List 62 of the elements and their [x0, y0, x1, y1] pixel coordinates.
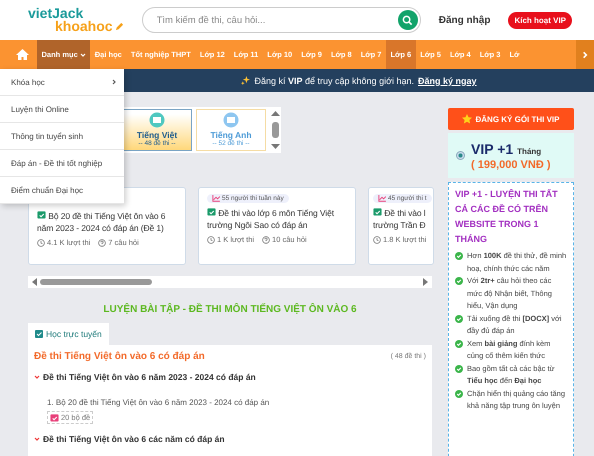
- radio-button[interactable]: [456, 151, 465, 160]
- clock-icon: [207, 236, 215, 244]
- plan-option[interactable]: VIP +1 Tháng ( 199,000 VNĐ ): [448, 133, 574, 178]
- clock-icon: [37, 238, 45, 246]
- plan-unit: Tháng: [517, 146, 542, 156]
- book-icon: [149, 112, 165, 128]
- exam-title[interactable]: Đề thi vào lớp 6 môn Tiếng Việt trường Ngôi Sao có đáp án: [207, 207, 347, 231]
- chevron-down-icon: [80, 52, 86, 58]
- calendar-icon: [207, 207, 216, 216]
- menu-item[interactable]: Đáp án - Đề thi tốt nghiệp: [0, 150, 124, 177]
- chevron-right-icon: [581, 50, 589, 58]
- arrow-left-icon[interactable]: [32, 278, 37, 286]
- search-button[interactable]: [398, 10, 418, 30]
- scrollbar[interactable]: [270, 109, 281, 151]
- arrow-up-icon[interactable]: [271, 111, 280, 116]
- check-circle-icon: [455, 314, 463, 322]
- arrow-down-icon[interactable]: [271, 144, 280, 149]
- sparkle-icon: [241, 76, 250, 85]
- chart-icon: [212, 195, 220, 202]
- search-field[interactable]: Tìm kiếm đề thi, câu hỏi...: [142, 7, 421, 33]
- chevron-right-icon: [111, 79, 117, 85]
- tab[interactable]: Học trực tuyến: [28, 323, 109, 345]
- scrollbar[interactable]: [28, 276, 432, 288]
- check-circle-icon: [455, 390, 463, 398]
- calendar-icon: [50, 413, 59, 422]
- plan-title: VIP +1 - LUYỆN THI TẤT CẢ CÁC ĐỀ CÓ TRÊN WEBSITE TRONG 1 THÁNG: [455, 188, 559, 246]
- check-circle-icon: [455, 252, 463, 260]
- group-title[interactable]: Đề thi Tiếng Việt ôn vào 6 năm 2023 - 2024 có đáp án: [34, 372, 426, 382]
- plan-price: ( 199,000 VNĐ ): [471, 158, 550, 170]
- section-title: LUYỆN BÀI TẬP - ĐỀ THI MÔN TIẾNG VIỆT ÔN VÀO 6: [102, 304, 358, 315]
- home-icon: [16, 49, 29, 60]
- login-link[interactable]: Đăng nhập: [438, 14, 490, 26]
- logo-text[interactable]: vietJack: [28, 7, 124, 20]
- checkbox-icon: [35, 330, 43, 338]
- chevron-down-icon: [34, 436, 40, 442]
- exam-title[interactable]: Đề thi vào l trường Trần Đ: [373, 207, 429, 231]
- check-circle-icon: [455, 364, 463, 372]
- arrow-right-icon[interactable]: [423, 278, 428, 286]
- check-circle-icon: [455, 277, 463, 285]
- menu-item[interactable]: Khóa học: [0, 69, 124, 96]
- book-icon: [223, 112, 239, 128]
- calendar-icon: [373, 207, 382, 216]
- star-icon: [462, 114, 472, 124]
- check-circle-icon: [455, 340, 463, 348]
- calendar-icon: [37, 210, 46, 219]
- chevron-down-icon: [34, 374, 40, 380]
- exam-title[interactable]: Bộ 20 đề thi Tiếng Việt ôn vào 6 năm 2023 - 2024 có đáp án (Đề 1): [37, 210, 177, 234]
- register-link[interactable]: Đăng ký ngay: [418, 76, 477, 86]
- activate-vip-button[interactable]: Kích hoạt VIP: [508, 12, 572, 28]
- plan-name: VIP +1: [471, 140, 514, 156]
- search-input[interactable]: Tìm kiếm đề thi, câu hỏi...: [154, 14, 398, 26]
- help-icon: [98, 238, 106, 246]
- help-icon: [262, 236, 270, 244]
- banner-text: Đăng kí VIP để truy cập không giới hạn.: [254, 76, 414, 86]
- search-icon: [402, 14, 414, 26]
- exam-set-link[interactable]: 1. Bộ 20 đề thi Tiếng Việt ôn vào 6 năm 2023 - 2024 có đáp án: [47, 398, 426, 407]
- group-title[interactable]: Đề thi Tiếng Việt ôn vào 6 các năm có đáp án: [34, 434, 426, 444]
- pencil-icon: [114, 22, 124, 31]
- category-title[interactable]: Đề thi Tiếng Việt ôn vào 6 có đáp án: [34, 351, 205, 362]
- vip-signup-button[interactable]: ĐĂNG KÝ GÓI THI VIP: [448, 108, 574, 130]
- chart-icon: [378, 195, 386, 202]
- clock-icon: [373, 236, 381, 244]
